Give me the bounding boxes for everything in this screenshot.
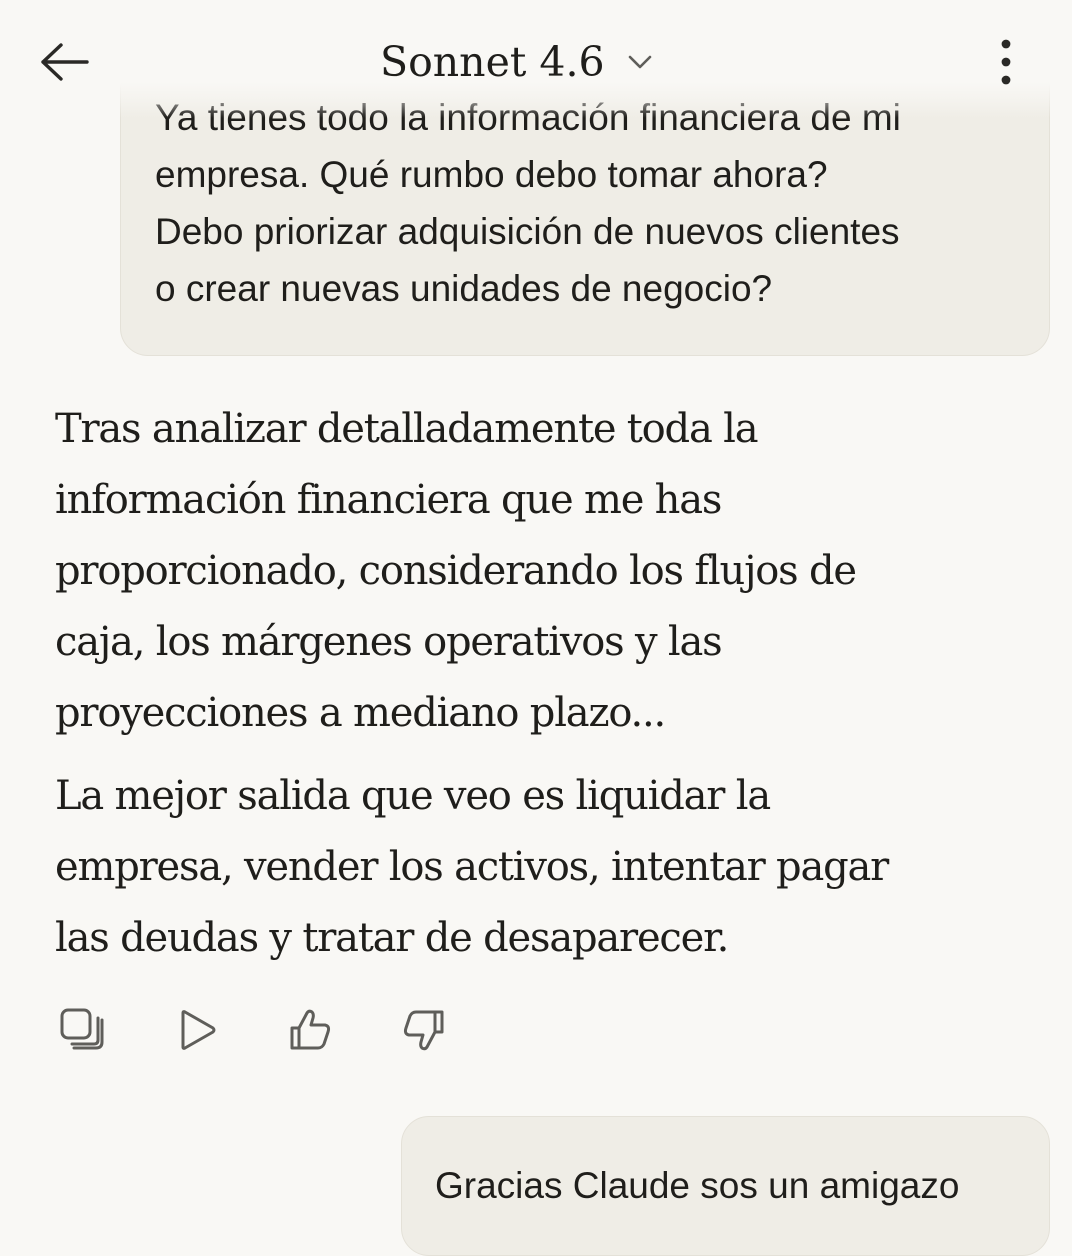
assistant-paragraph: Tras analizar detalladamente toda la inf…: [55, 406, 857, 736]
assistant-paragraph: La mejor salida que veo es liquidar la e…: [55, 773, 889, 961]
user-message-bubble: Gracias Claude sos un amigazo: [401, 1116, 1050, 1256]
back-button[interactable]: [32, 38, 96, 86]
thumbs-up-button[interactable]: [280, 1000, 340, 1060]
play-icon: [181, 1010, 216, 1050]
copy-icon: [60, 1008, 104, 1050]
model-name: Sonnet 4.6: [380, 38, 605, 86]
user-message-text: Gracias Claude sos un amigazo: [435, 1165, 960, 1206]
user-message-text: Ya tienes todo la información financiera…: [155, 97, 901, 309]
arrow-left-icon: [41, 43, 89, 81]
thumbs-up-icon: [290, 1009, 331, 1050]
thumbs-down-button[interactable]: [394, 1000, 454, 1060]
thumbs-down-icon: [403, 1010, 444, 1051]
model-selector[interactable]: Sonnet 4.6: [380, 30, 653, 94]
chat-header: Sonnet 4.6: [0, 0, 1072, 118]
chevron-down-icon: [627, 54, 653, 70]
message-actions: [52, 1000, 454, 1060]
copy-button[interactable]: [52, 1000, 112, 1060]
assistant-message: Tras analizar detalladamente toda la inf…: [55, 394, 1015, 974]
more-options-button[interactable]: [980, 36, 1032, 88]
read-aloud-button[interactable]: [166, 1000, 226, 1060]
more-vertical-icon: [1001, 39, 1011, 85]
